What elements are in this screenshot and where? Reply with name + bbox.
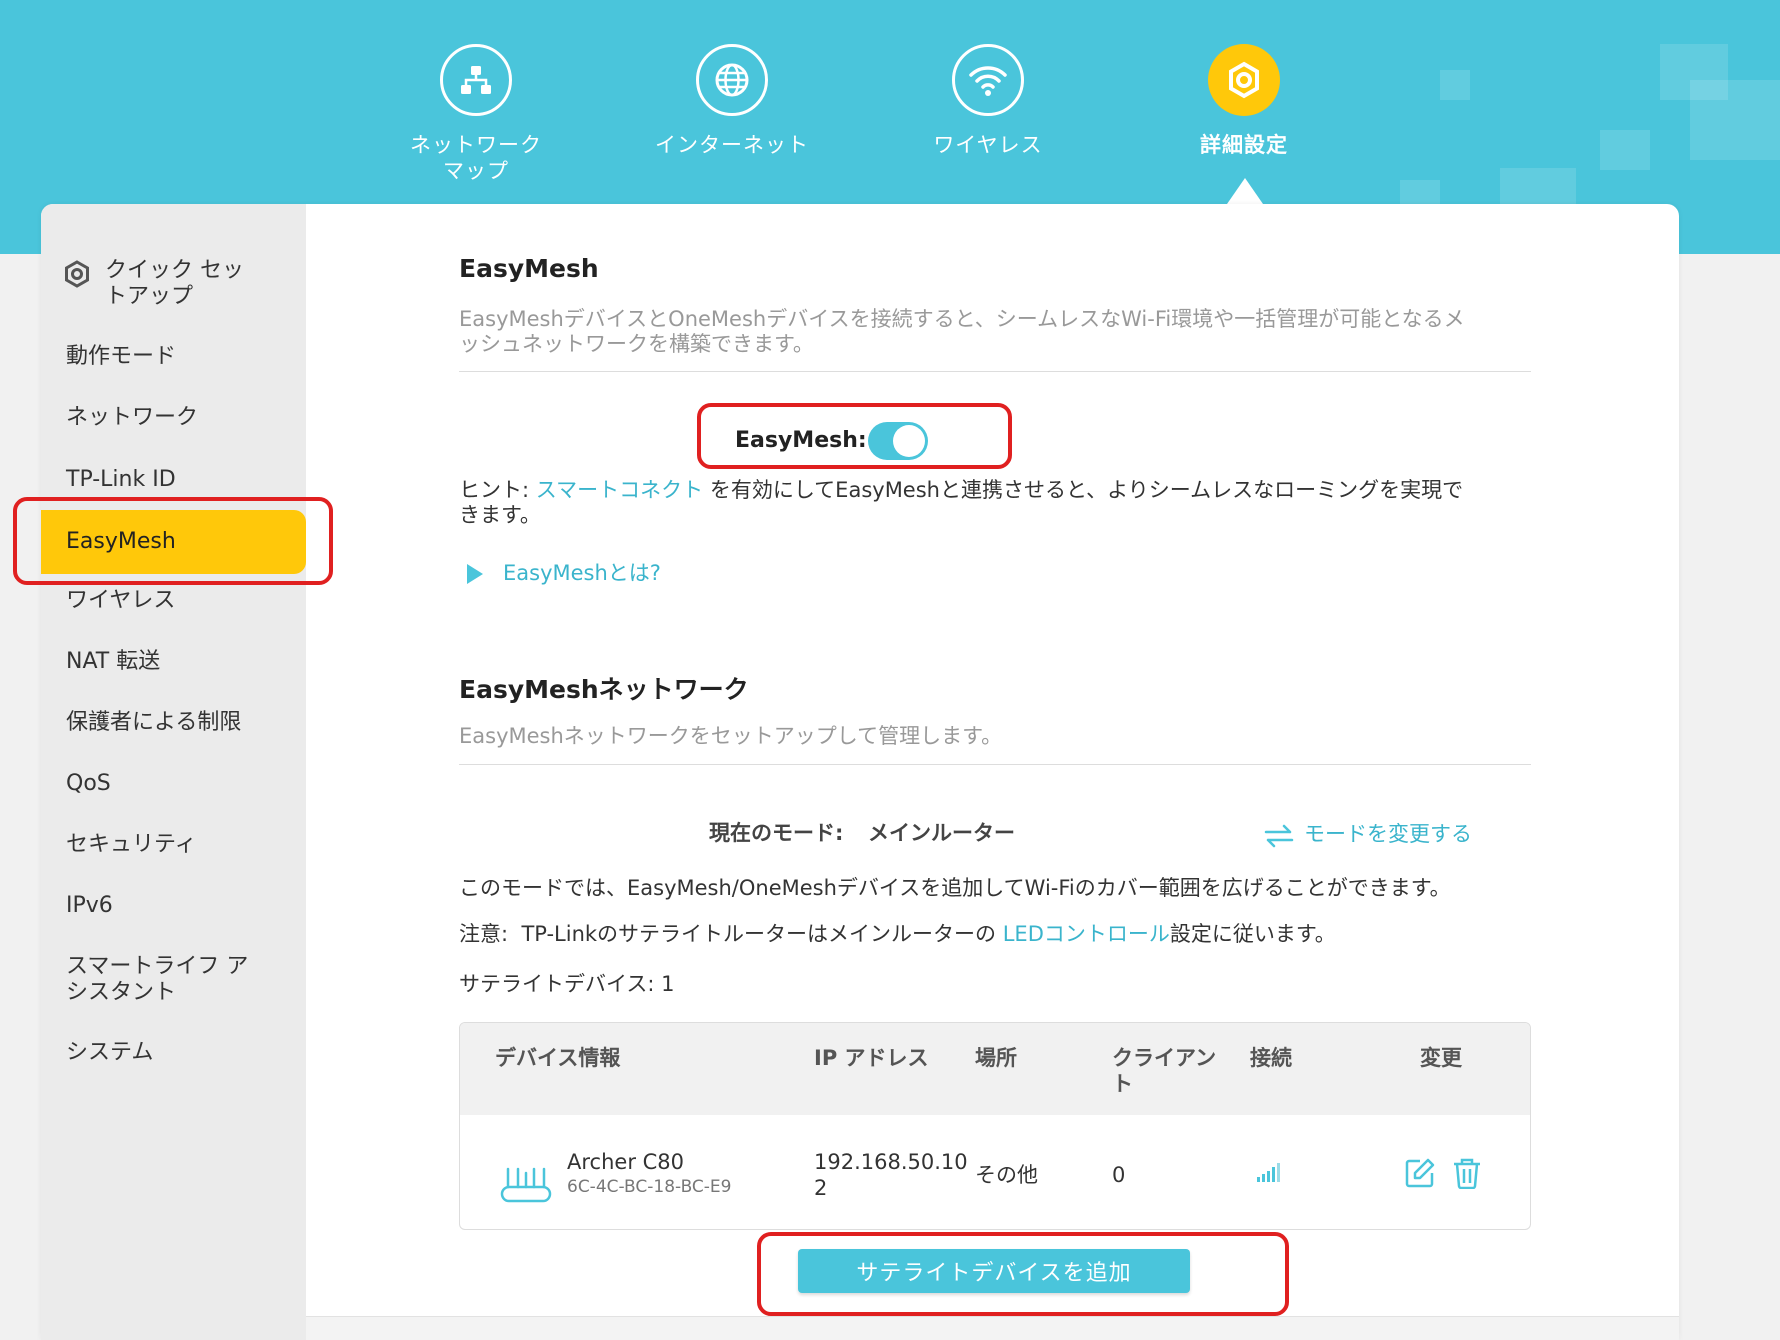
device-location: その他 bbox=[975, 1163, 1038, 1187]
add-satellite-button[interactable]: サテライトデバイスを追加 bbox=[798, 1249, 1190, 1293]
nav-wireless[interactable]: ワイヤレス bbox=[888, 44, 1088, 158]
wifi-icon bbox=[952, 44, 1024, 116]
sidebar-item-network[interactable]: ネットワーク bbox=[66, 405, 198, 431]
divider bbox=[459, 764, 1531, 765]
network-map-icon bbox=[440, 44, 512, 116]
nav-label: ネットワーク マップ bbox=[410, 133, 542, 183]
easymesh-description: EasyMeshデバイスとOneMeshデバイスを接続すると、シームレスなWi-… bbox=[459, 307, 1465, 356]
sidebar-item-operation-mode[interactable]: 動作モード bbox=[66, 344, 176, 370]
divider bbox=[459, 371, 1531, 372]
note-text: 注意: TP-Linkのサテライトルーターはメインルーターの LEDコントロール… bbox=[459, 922, 1336, 946]
sidebar: クイック セッ トアップ 動作モード ネットワーク TP-Link ID Easy… bbox=[41, 204, 306, 1340]
col-device-info: デバイス情報 bbox=[495, 1046, 621, 1070]
highlight-box bbox=[13, 497, 333, 585]
network-title: EasyMeshネットワーク bbox=[459, 675, 749, 704]
delete-icon[interactable] bbox=[1452, 1157, 1482, 1193]
smart-connect-link[interactable]: スマートコネクト bbox=[536, 478, 703, 502]
globe-icon bbox=[696, 44, 768, 116]
mode-description: このモードでは、EasyMesh/OneMeshデバイスを追加してWi-Fiのカ… bbox=[459, 876, 1451, 900]
sidebar-item-wireless[interactable]: ワイヤレス bbox=[66, 588, 175, 614]
sidebar-item-system[interactable]: システム bbox=[66, 1040, 153, 1066]
satellite-table: デバイス情報 IP アドレス 場所 クライアント 接続 変更 Archer C8… bbox=[459, 1022, 1531, 1230]
gear-icon bbox=[63, 260, 91, 295]
router-icon bbox=[500, 1159, 552, 1207]
current-mode-value: メインルーター bbox=[868, 821, 1015, 845]
nav-network-map[interactable]: ネットワーク マップ bbox=[376, 44, 576, 184]
what-is-easymesh-link[interactable]: EasyMeshとは? bbox=[503, 561, 661, 586]
led-control-link[interactable]: LEDコントロール bbox=[1003, 922, 1170, 946]
sidebar-item-qos[interactable]: QoS bbox=[66, 771, 111, 797]
sidebar-item-security[interactable]: セキュリティ bbox=[66, 832, 197, 858]
decor-block bbox=[1690, 80, 1780, 160]
table-header: デバイス情報 IP アドレス 場所 クライアント 接続 変更 bbox=[460, 1023, 1530, 1115]
hint-text: ヒント: スマートコネクト を有効にしてEasyMeshと連携させると、よりシー… bbox=[459, 478, 1464, 527]
sidebar-item-smartlife[interactable]: スマートライフ アシスタント bbox=[66, 954, 248, 1006]
device-clients: 0 bbox=[1112, 1163, 1126, 1187]
sidebar-item-tplink-id[interactable]: TP-Link ID bbox=[66, 467, 176, 493]
edit-icon[interactable] bbox=[1404, 1157, 1436, 1193]
decor-block bbox=[1600, 130, 1650, 170]
col-clients: クライアント bbox=[1112, 1046, 1217, 1096]
sidebar-item-quick-setup[interactable]: クイック セッ トアップ bbox=[63, 258, 244, 310]
swap-icon[interactable] bbox=[1264, 824, 1294, 852]
change-mode-link[interactable]: モードを変更する bbox=[1304, 822, 1472, 847]
easymesh-toggle[interactable] bbox=[868, 422, 928, 460]
col-modify: 変更 bbox=[1420, 1046, 1462, 1070]
col-connection: 接続 bbox=[1250, 1046, 1292, 1070]
sidebar-item-label: クイック セッ トアップ bbox=[105, 258, 244, 309]
decor-block bbox=[1440, 70, 1470, 100]
signal-strength-icon bbox=[1256, 1159, 1284, 1187]
toggle-knob bbox=[893, 425, 925, 457]
current-mode-label: 現在のモード: bbox=[709, 821, 844, 845]
gear-icon bbox=[1208, 44, 1280, 116]
sidebar-item-nat[interactable]: NAT 転送 bbox=[66, 649, 160, 675]
easymesh-toggle-label: EasyMesh: bbox=[735, 428, 867, 453]
network-description: EasyMeshネットワークをセットアップして管理します。 bbox=[459, 724, 1003, 748]
nav-label: 詳細設定 bbox=[1200, 133, 1288, 157]
sidebar-item-ipv6[interactable]: IPv6 bbox=[66, 893, 113, 919]
nav-advanced[interactable]: 詳細設定 bbox=[1144, 44, 1344, 158]
active-caret bbox=[1227, 178, 1263, 204]
nav-internet[interactable]: インターネット bbox=[632, 44, 832, 158]
device-mac: 6C-4C-BC-18-BC-E9 bbox=[567, 1177, 732, 1197]
device-ip: 192.168.50.10 2 bbox=[814, 1150, 968, 1200]
sidebar-item-parental[interactable]: 保護者による制限 bbox=[66, 710, 241, 736]
nav-label: インターネット bbox=[655, 133, 809, 157]
device-name: Archer C80 bbox=[567, 1150, 685, 1174]
satellite-count: サテライトデバイス: 1 bbox=[459, 972, 675, 996]
footer-strip bbox=[306, 1316, 1679, 1340]
nav-label: ワイヤレス bbox=[933, 133, 1043, 157]
col-ip-address: IP アドレス bbox=[814, 1046, 929, 1070]
col-location: 場所 bbox=[975, 1046, 1017, 1070]
easymesh-title: EasyMesh bbox=[459, 254, 599, 283]
expand-triangle-icon[interactable] bbox=[467, 564, 483, 588]
